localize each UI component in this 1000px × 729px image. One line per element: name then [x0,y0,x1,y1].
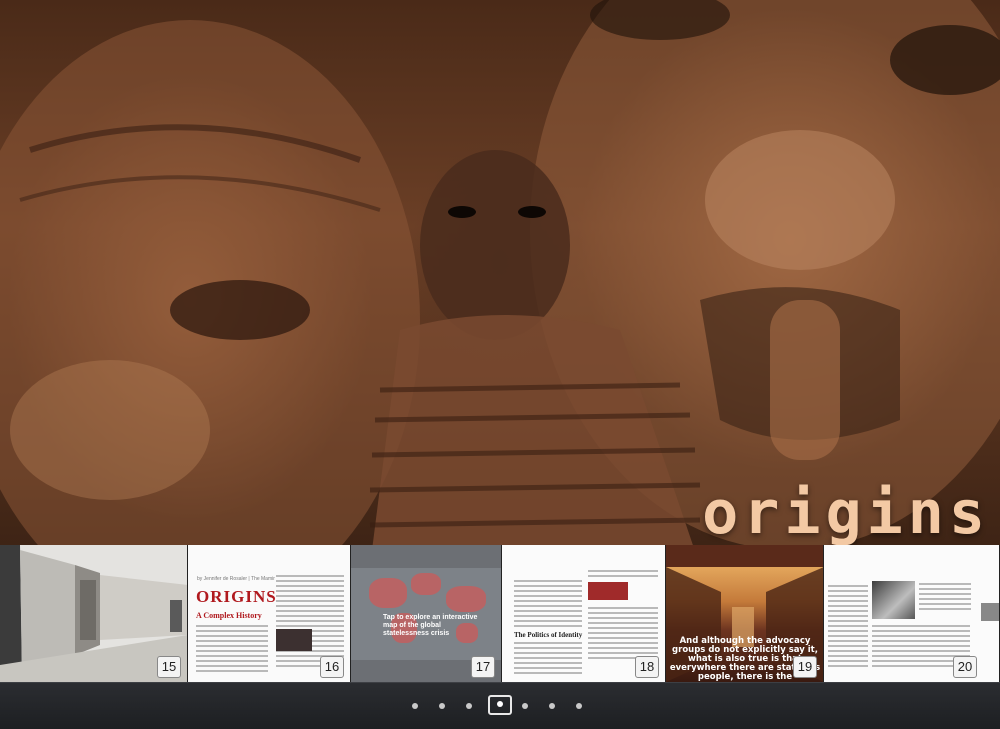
thumbnail-heading: The Politics of Identity [514,631,583,639]
thumbnail-byline: by Jennifer de Rosaler | The Mamir [197,576,275,582]
page-number: 15 [157,656,181,678]
text-column [919,583,971,613]
hero-image: origins [0,0,1000,566]
page-thumbnail-17[interactable]: Tap to explore an interactive map of the… [351,545,502,682]
inset-image [588,582,628,600]
text-column [196,625,268,675]
page-number: 19 [793,656,817,678]
inset-portrait [872,581,915,619]
thumbnail-title: ORIGINS [196,587,277,606]
page-number: 20 [953,656,977,678]
page-dot[interactable] [439,703,445,709]
text-column [588,607,658,662]
inset-image [276,629,312,651]
page-number: 18 [635,656,659,678]
page-dot-active[interactable] [488,695,512,715]
text-column [828,585,868,670]
page-control-bar [0,682,1000,729]
thumbnail-subtitle: A Complex History [196,611,262,620]
page-thumbnail-18[interactable]: The Politics of Identity 18 [502,545,666,682]
inset-image [981,603,999,621]
page-indicator-dots[interactable] [0,683,1000,729]
page-thumbnail-16[interactable]: by Jennifer de Rosaler | The Mamir ORIGI… [188,545,351,682]
text-column [588,570,658,580]
page-dot[interactable] [466,703,472,709]
page-thumbnail-strip: 15 by Jennifer de Rosaler | The Mamir OR… [0,545,1000,682]
hero-title: origins [702,478,990,548]
page-dot[interactable] [576,703,582,709]
page-number: 16 [320,656,344,678]
page-dot[interactable] [522,703,528,709]
page-thumbnail-20[interactable]: 20 [824,545,1000,682]
page-thumbnail-15[interactable]: 15 [0,545,188,682]
text-column [514,642,582,677]
page-dot[interactable] [412,703,418,709]
map-caption: Tap to explore an interactive map of the… [383,614,478,637]
page-dot[interactable] [549,703,555,709]
page-thumbnail-19[interactable]: And although the advocacy groups do not … [666,545,824,682]
page-number: 17 [471,656,495,678]
text-column [514,580,582,630]
